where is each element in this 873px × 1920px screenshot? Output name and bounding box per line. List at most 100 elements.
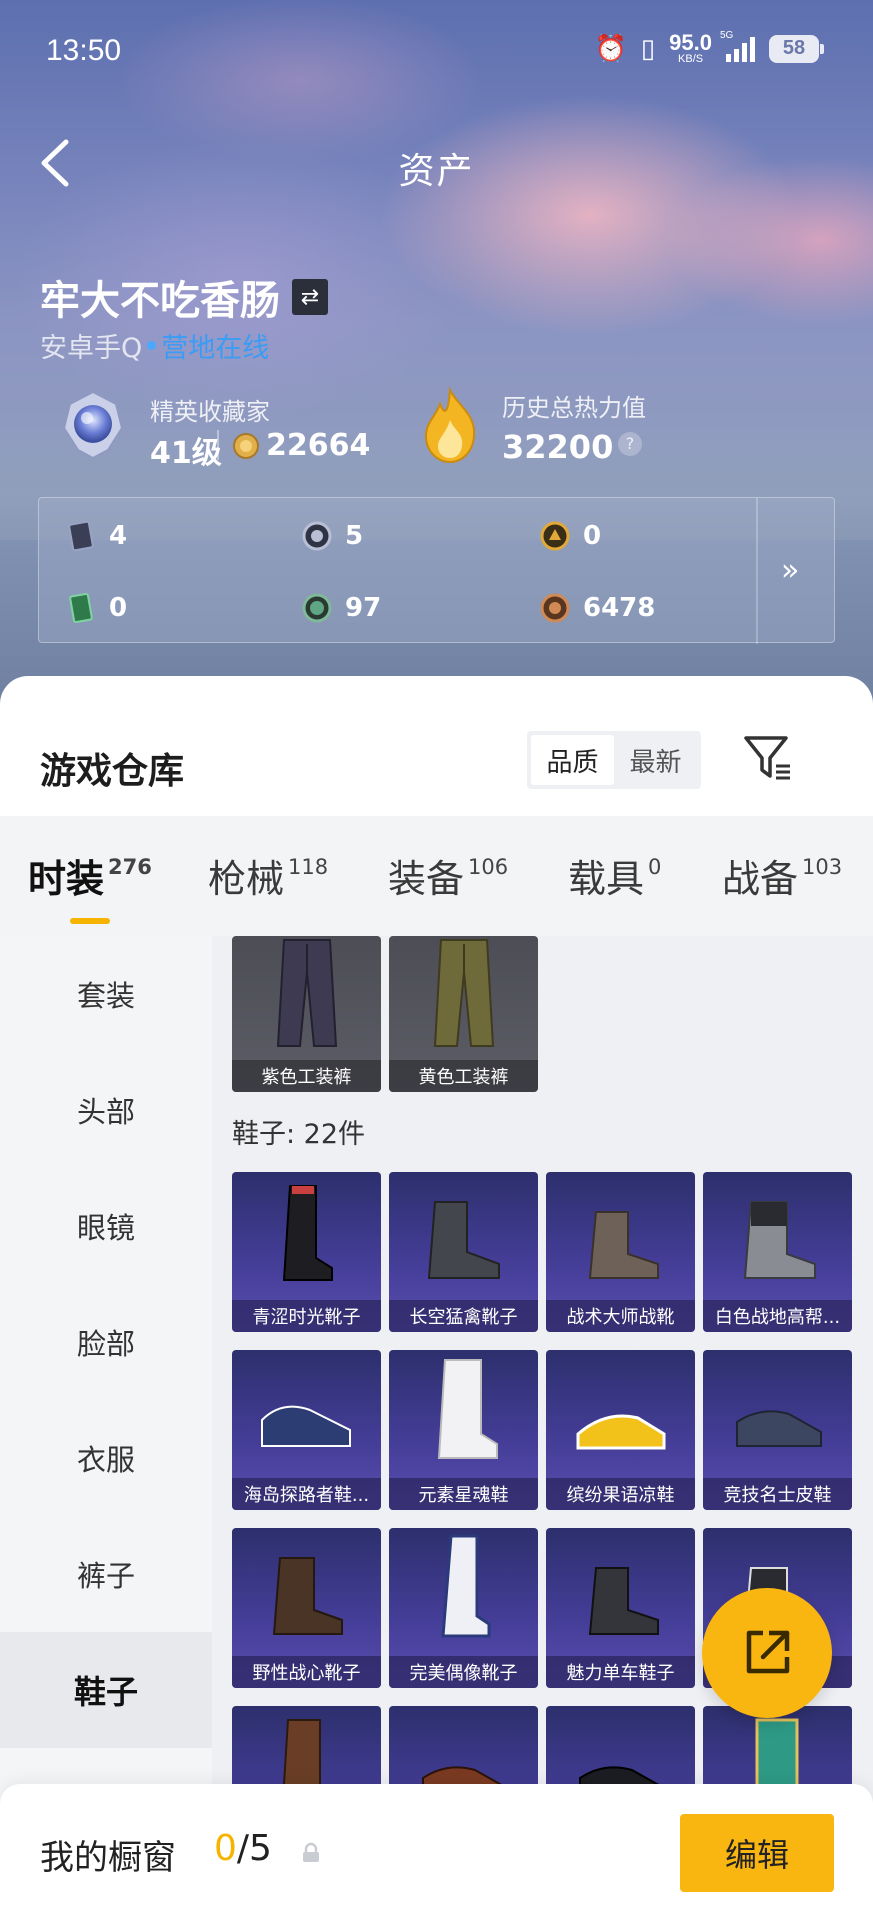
filter-icon[interactable] [742,732,794,784]
tab-label: 时装 [28,857,105,901]
rank-level: 41级 [150,436,222,471]
network-type: 5G [720,29,734,41]
card-icon [68,520,94,552]
status-icons: ⏰ ▯ 95.0 KB/S 5G 58 [594,30,824,65]
tab-guns[interactable]: 枪械 118 [208,848,328,903]
sort-toggle: 品质 最新 [527,731,701,789]
item-label: 白色战地高帮... [703,1300,852,1332]
item-card[interactable]: 缤纷果语凉鞋 [546,1350,695,1510]
boot-icon [588,1211,659,1279]
double-chevron-right-icon[interactable]: » [781,553,799,588]
online-status: 营地在线 [161,333,270,364]
switch-account-icon[interactable]: ⇄ [292,279,328,315]
showcase-current: 0 [214,1828,237,1869]
item-card[interactable]: 青涩时光靴子 [232,1172,381,1332]
tab-count: 0 [648,855,662,879]
currency-panel[interactable]: 4 5 0 0 97 6478 » [38,497,835,644]
rank-divider [217,430,219,460]
tab-count: 118 [288,855,329,879]
active-tab-indicator [70,918,110,924]
item-card[interactable]: 白色战地高帮... [703,1172,852,1332]
currency-gold: 0 [539,520,601,552]
signal-icon: 5G [720,30,755,62]
help-icon[interactable]: ? [618,432,642,456]
currency-value: 0 [109,593,128,623]
item-label: 黄色工装裤 [389,1060,538,1092]
tab-label: 战备 [722,857,799,901]
tab-count: 103 [802,855,843,879]
item-card[interactable]: 竞技名士皮鞋 [703,1350,852,1510]
item-grid: 紫色工装裤 黄色工装裤 鞋子: 22件 青涩时光靴子 长空猛禽靴子 战术大师战靴… [212,936,873,1920]
net-speed-value: 95.0 [669,30,712,55]
currency-card: 4 [65,520,127,552]
username: 牢大不吃香肠 [40,278,280,324]
sidebar-item-glasses[interactable]: 眼镜 [0,1168,212,1284]
username-row: 牢大不吃香肠 ⇄ [40,268,328,326]
boot-icon [282,1185,333,1281]
sidebar-item-clothes[interactable]: 衣服 [0,1400,212,1516]
net-speed-unit: KB/S [678,53,704,65]
item-card[interactable]: 战术大师战靴 [546,1172,695,1332]
item-label: 青涩时光靴子 [232,1300,381,1332]
sneaker-icon [261,1405,351,1447]
sidebar-item-head[interactable]: 头部 [0,1052,212,1168]
sort-quality-button[interactable]: 品质 [531,735,614,785]
boot-icon [437,1359,498,1459]
item-label: 紫色工装裤 [232,1060,381,1092]
tab-label: 载具 [568,857,645,901]
boot-icon [588,1567,659,1635]
item-card[interactable]: 黄色工装裤 [389,936,538,1092]
status-time: 13:50 [46,34,122,67]
boot-icon [743,1201,816,1279]
currency-value: 5 [345,521,364,551]
tab-fashion[interactable]: 时装 276 [28,848,152,903]
sidebar-item-pants[interactable]: 裤子 [0,1516,212,1632]
battery-icon: 58 [769,34,824,63]
currency-value: 97 [345,593,382,623]
item-label: 缤纷果语凉鞋 [546,1478,695,1510]
silver-token-icon [302,521,332,551]
item-card[interactable]: 野性战心靴子 [232,1528,381,1688]
currency-silver: 5 [301,520,363,552]
tab-supplies[interactable]: 战备 103 [722,848,842,903]
boot-icon [441,1534,491,1638]
item-label: 完美偶像靴子 [389,1656,538,1688]
item-card[interactable]: 海岛探路者鞋... [232,1350,381,1510]
heat-value: 32200 [502,428,614,466]
item-label: 魅力单车鞋子 [546,1656,695,1688]
rank-title: 精英收藏家 [150,398,270,426]
shoes-group-header: 鞋子: 22件 [232,1119,366,1150]
item-label: 野性战心靴子 [232,1656,381,1688]
sidebar-item-suit[interactable]: 套装 [0,936,212,1052]
currency-bronze: 6478 [539,592,655,624]
category-tabs: 时装 276 枪械 118 装备 106 载具 0 战备 103 [0,816,873,936]
item-card[interactable]: 紫色工装裤 [232,936,381,1092]
green-orb-icon [302,593,332,623]
edit-button[interactable]: 编辑 [680,1814,834,1892]
tab-equipment[interactable]: 装备 106 [388,848,508,903]
page-title: 资产 [398,151,475,192]
platform-label: 安卓手Q [40,333,143,364]
showcase-bar: 我的橱窗 0/5 编辑 [0,1784,873,1920]
showcase-count: 0/5 [214,1828,272,1869]
flame-icon [424,386,476,464]
green-ticket-icon [69,592,93,624]
item-card[interactable]: 元素星魂鞋 [389,1350,538,1510]
coin-value: 22664 [266,428,371,463]
warehouse-sheet: 游戏仓库 品质 最新 时装 276 枪械 118 装备 106 载具 0 战备 103 套… [0,676,873,1920]
item-label: 竞技名士皮鞋 [703,1478,852,1510]
share-icon [746,1630,790,1674]
currency-orb: 97 [301,592,381,624]
panel-divider [756,498,758,644]
sidebar-item-face[interactable]: 脸部 [0,1284,212,1400]
sidebar-item-shoes[interactable]: 鞋子 [0,1632,212,1748]
tab-vehicles[interactable]: 载具 0 [568,848,661,903]
item-card[interactable]: 魅力单车鞋子 [546,1528,695,1688]
boot-icon [272,1557,343,1635]
sort-newest-button[interactable]: 最新 [614,735,697,785]
share-fab-button[interactable] [702,1588,832,1718]
pants-icon [276,939,338,1047]
item-card[interactable]: 长空猛禽靴子 [389,1172,538,1332]
item-card[interactable]: 完美偶像靴子 [389,1528,538,1688]
currency-value: 4 [109,521,128,551]
